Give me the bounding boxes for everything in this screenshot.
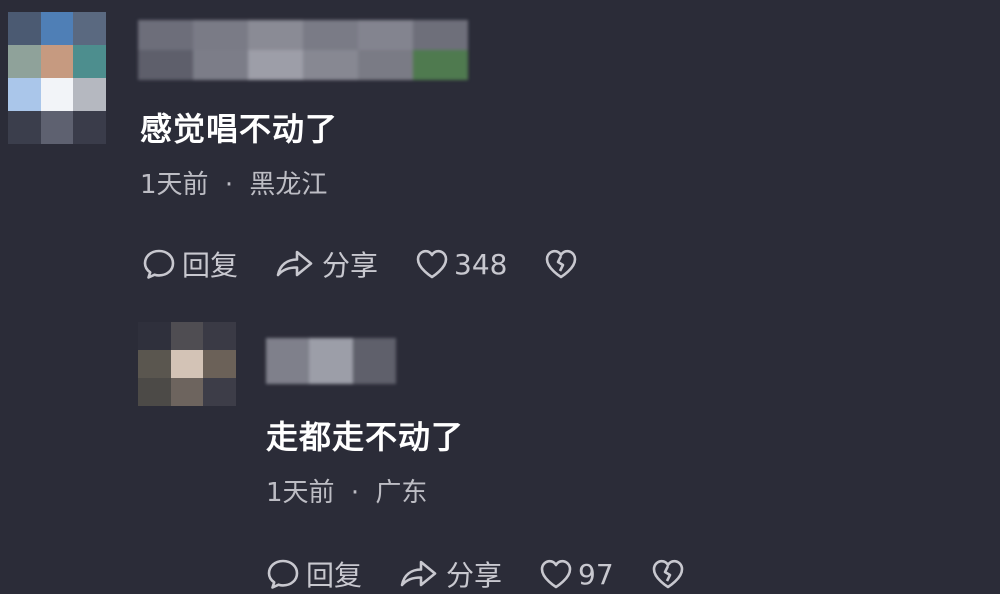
- reply-button[interactable]: 回复: [266, 554, 362, 594]
- comment-meta: 1天前 · 黑龙江: [140, 164, 327, 201]
- broken-heart-icon: [652, 559, 683, 589]
- avatar-pixel: [138, 350, 171, 378]
- username-blur-block: [248, 20, 303, 50]
- avatar-pixel: [73, 78, 106, 111]
- comment-meta: 1天前 · 广东: [266, 472, 427, 509]
- share-label: 分享: [446, 559, 503, 592]
- dislike-button[interactable]: [543, 247, 579, 281]
- avatar-pixel: [73, 12, 106, 45]
- meta-separator: ·: [350, 478, 360, 508]
- heart-icon: [540, 559, 572, 589]
- reply-label: 回复: [306, 559, 363, 592]
- avatar-pixel: [8, 45, 41, 78]
- meta-separator: ·: [224, 170, 234, 200]
- like-count: 348: [454, 247, 508, 281]
- share-arrow-icon: [276, 250, 313, 277]
- avatar-pixel: [8, 12, 41, 45]
- username-blur-block: [303, 50, 358, 80]
- comment-time: 1天前: [266, 478, 335, 508]
- avatar-pixel: [73, 45, 106, 78]
- avatar-pixel: [40, 45, 74, 78]
- comment-location: 黑龙江: [249, 170, 328, 200]
- speech-bubble-icon: [143, 249, 175, 279]
- avatar-pixel: [138, 322, 171, 350]
- share-button[interactable]: 分享: [398, 554, 502, 594]
- share-label: 分享: [322, 249, 379, 282]
- avatar[interactable]: [138, 322, 236, 406]
- comment-text: 感觉唱不动了: [140, 110, 339, 148]
- username-blur-block: [413, 50, 468, 80]
- avatar-pixel: [170, 350, 204, 378]
- username-blur-block: [413, 20, 468, 50]
- username-blur-block: [309, 338, 353, 384]
- avatar-pixel: [40, 78, 74, 111]
- username-blur-block: [193, 50, 248, 80]
- reply-button[interactable]: 回复: [142, 244, 238, 284]
- avatar-pixel: [170, 322, 204, 350]
- comment-text: 走都走不动了: [266, 418, 465, 456]
- comment-actions: 回复 分享 348: [142, 244, 579, 284]
- avatar[interactable]: [8, 12, 106, 144]
- avatar-pixel: [8, 111, 41, 144]
- avatar-pixel: [138, 378, 171, 406]
- share-button[interactable]: 分享: [274, 244, 378, 284]
- avatar-pixel: [203, 322, 236, 350]
- dislike-button[interactable]: [650, 557, 686, 591]
- username-blur-block: [138, 50, 193, 80]
- comment-time: 1天前: [140, 170, 209, 200]
- username-blurred[interactable]: [266, 338, 396, 384]
- like-button[interactable]: 348: [414, 247, 507, 281]
- avatar-pixel: [170, 378, 204, 406]
- avatar-pixel: [40, 111, 74, 144]
- comment-location: 广东: [375, 478, 428, 508]
- username-blur-block: [358, 50, 413, 80]
- avatar-pixel: [8, 78, 41, 111]
- username-blur-block: [193, 20, 248, 50]
- share-arrow-icon: [400, 560, 437, 587]
- like-count: 97: [578, 557, 614, 591]
- broken-heart-icon: [546, 249, 577, 279]
- username-blur-block: [138, 20, 193, 50]
- username-blurred[interactable]: [138, 20, 468, 80]
- reply-label: 回复: [182, 249, 239, 282]
- avatar-pixel: [203, 378, 236, 406]
- username-blur-block: [248, 50, 303, 80]
- username-blur-block: [358, 20, 413, 50]
- avatar-pixel: [73, 111, 106, 144]
- comment-actions: 回复 分享 97: [266, 554, 686, 594]
- username-blur-block: [352, 338, 396, 384]
- username-blur-block: [266, 338, 310, 384]
- like-button[interactable]: 97: [538, 557, 614, 591]
- avatar-pixel: [40, 12, 74, 45]
- avatar-pixel: [203, 350, 236, 378]
- username-blur-block: [303, 20, 358, 50]
- speech-bubble-icon: [267, 559, 299, 589]
- heart-icon: [416, 249, 448, 279]
